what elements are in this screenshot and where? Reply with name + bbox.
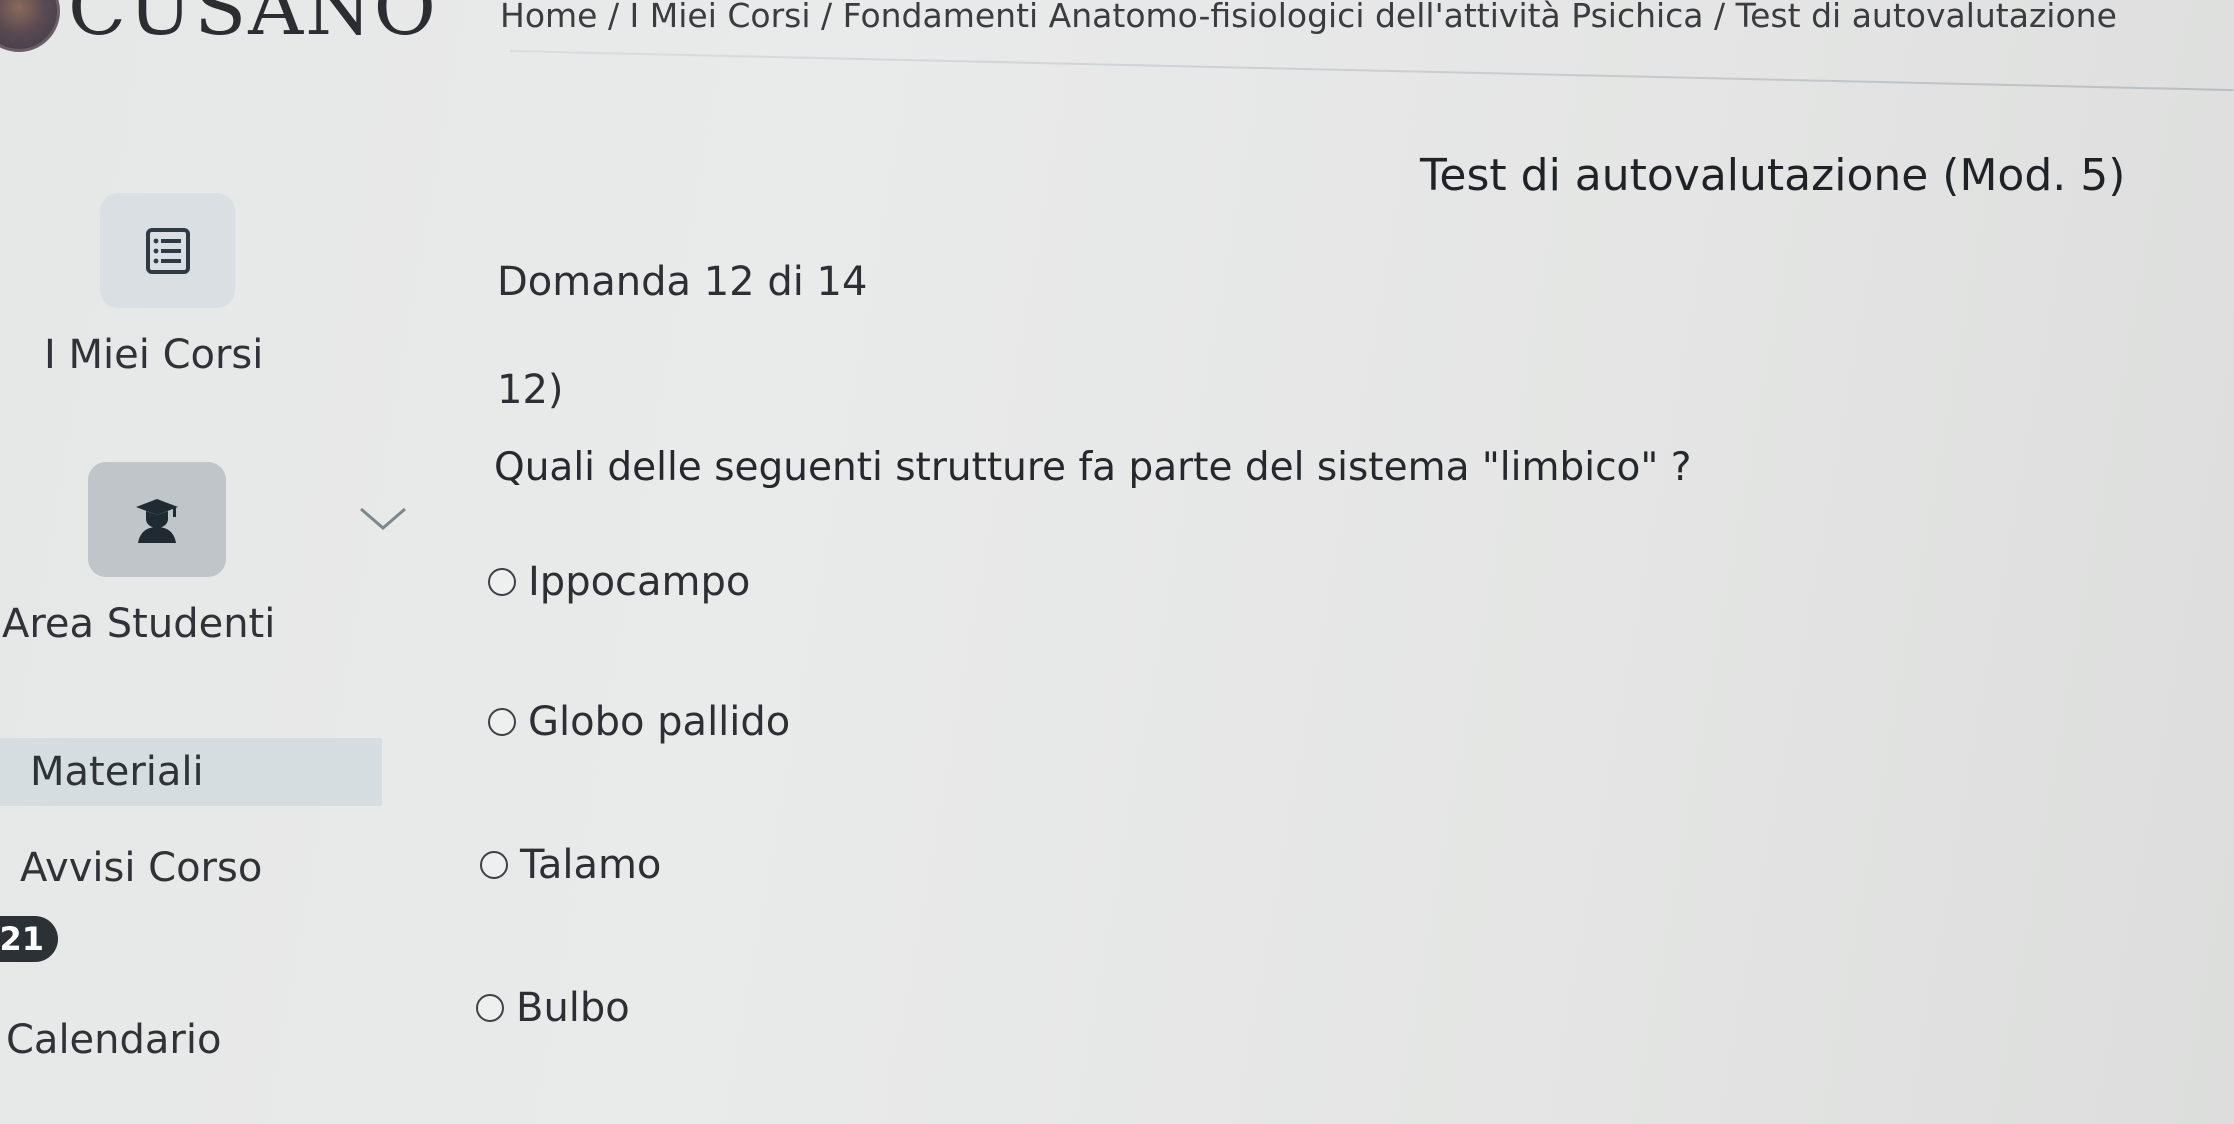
radio-button[interactable] [476,994,504,1022]
answer-option-label[interactable]: Talamo [520,845,661,885]
radio-button[interactable] [480,851,508,879]
radio-button[interactable] [488,568,516,596]
sidebar-item-my-courses[interactable]: I Miei Corsi [44,335,263,375]
question-number: 12) [497,367,564,413]
sidebar-tile-my-courses[interactable] [100,193,235,308]
question-counter: Domanda 12 di 14 [497,259,868,305]
sidebar-item-student-area[interactable]: Area Studenti [2,604,275,644]
answer-option[interactable]: Talamo [480,845,661,885]
notification-count-badge: 121 [0,916,58,962]
answer-option-label[interactable]: Bulbo [516,988,630,1028]
sidebar-tile-student-area[interactable] [88,462,226,577]
chevron-down-icon[interactable] [358,506,408,532]
answer-option[interactable]: Bulbo [476,988,630,1028]
answer-option-label[interactable]: Globo pallido [528,702,790,742]
answer-option[interactable]: Ippocampo [488,562,750,602]
quiz-title: Test di autovalutazione (Mod. 5) [1420,150,2126,201]
sidebar: I Miei Corsi Area Studenti Materiali Avv… [0,0,406,1124]
question-text: Quali delle seguenti strutture fa parte … [494,445,1692,490]
sidebar-item-calendar[interactable]: Calendario [6,1020,221,1060]
badge-count: 121 [0,920,44,958]
radio-button[interactable] [488,708,516,736]
list-icon [145,227,190,274]
answer-option-label[interactable]: Ippocampo [528,562,750,602]
breadcrumb[interactable]: Home / I Miei Corsi / Fondamenti Anatomo… [500,0,2234,36]
graduate-icon [136,498,178,543]
header-divider [509,50,2234,92]
answer-option[interactable]: Globo pallido [488,702,790,742]
sidebar-item-course-notices[interactable]: Avvisi Corso [20,848,262,888]
sidebar-item-materials[interactable]: Materiali [30,752,204,792]
